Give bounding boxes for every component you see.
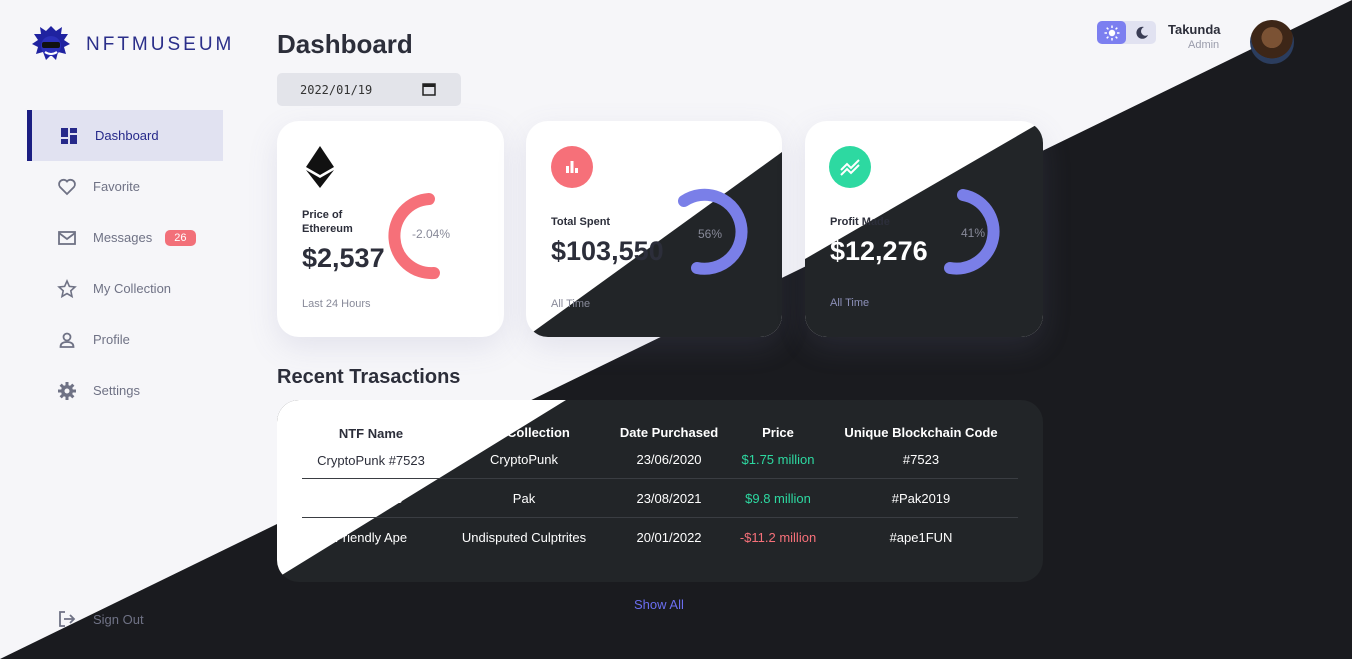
cell-price: -$11.2 million — [739, 530, 817, 545]
cell-collection: CryptoPunk — [490, 452, 558, 467]
cell-collection: Undisputed Culptrites — [461, 530, 587, 545]
card-ethereum-footer: Last 24 Hours — [302, 298, 371, 310]
cell-name: The Merge — [339, 491, 403, 506]
sidebar-item-label: Messages — [93, 230, 153, 245]
avatar[interactable] — [1250, 20, 1294, 64]
moon-icon[interactable] — [1130, 21, 1154, 44]
card-spent-value: $103,550 — [551, 236, 664, 266]
card-spent-title: Total Spent — [551, 216, 611, 228]
date-value: 2022/01/19 — [300, 82, 373, 97]
card-ethereum-title: Price of Ethereum — [302, 209, 353, 235]
bar-chart-icon — [551, 146, 593, 188]
column-header[interactable]: NTF Collection — [478, 425, 570, 440]
sidebar-item-label: Dashboard — [95, 128, 159, 143]
sidebar-item-label: My Collection — [93, 281, 172, 296]
brand-name: NFTMUSEUM — [86, 34, 235, 55]
sign-out-button[interactable]: Sign Out — [57, 609, 144, 629]
messages-count-badge: 26 — [165, 229, 196, 246]
dashboard-icon — [59, 126, 79, 146]
sidebar-item-profile[interactable]: Profile — [27, 314, 223, 365]
date-picker-input[interactable]: 2022/01/19 — [277, 73, 461, 106]
card-profit-footer: All Time — [830, 297, 870, 309]
page-title: Dashboard — [277, 29, 413, 59]
cell-collection: Pak — [512, 491, 536, 506]
card-spent-footer: All Time — [551, 298, 591, 310]
card-ethereum-percent: -2.04% — [412, 227, 451, 241]
trend-up-icon — [829, 146, 871, 188]
card-profit-value: $12,276 — [830, 236, 928, 266]
user-name: Takunda — [1168, 22, 1221, 37]
column-header[interactable]: Date Purchased — [620, 425, 718, 440]
sidebar-item-my-collection[interactable]: My Collection — [27, 263, 223, 314]
sun-icon[interactable] — [1097, 21, 1126, 44]
mail-icon — [57, 228, 77, 248]
cell-code: #7523 — [902, 452, 940, 467]
sidebar-item-favorite[interactable]: Favorite — [27, 161, 223, 212]
gear-icon — [57, 381, 77, 401]
monkey-logo-icon — [32, 26, 70, 60]
sidebar-item-label: Profile — [93, 332, 130, 347]
cell-name: CryptoPunk #7523 — [317, 453, 425, 468]
cell-date: 23/06/2020 — [636, 452, 702, 467]
sidebar-item-label: Settings — [93, 383, 140, 398]
brand-logo[interactable]: NFTMUSEUM — [28, 22, 234, 68]
row-divider — [302, 478, 1018, 479]
sign-out-icon — [59, 611, 76, 627]
column-header[interactable]: NTF Name — [339, 426, 403, 441]
column-header[interactable]: Price — [762, 425, 794, 440]
row-divider — [302, 517, 1018, 518]
cell-price: $1.75 million — [741, 452, 815, 467]
heart-icon — [57, 177, 77, 197]
card-profit-percent: 41% — [961, 226, 986, 240]
user-role: Admin — [1188, 39, 1220, 51]
sidebar-item-settings[interactable]: Settings — [27, 365, 223, 416]
sidebar-nav: Dashboard Favorite Messages 26 My Collec… — [27, 110, 223, 416]
cell-name: Friendly Ape — [334, 530, 408, 545]
user-icon — [57, 330, 77, 350]
sidebar-item-messages[interactable]: Messages 26 — [27, 212, 223, 263]
card-ethereum-value: $2,537 — [302, 243, 385, 273]
cell-date: 23/08/2021 — [636, 491, 702, 506]
sign-out-label: Sign Out — [93, 611, 144, 627]
card-spent-percent: 56% — [698, 227, 723, 241]
cell-code: #ape1FUN — [889, 530, 953, 545]
card-profit-title: Profit Made — [830, 216, 890, 228]
sidebar-item-label: Favorite — [93, 179, 140, 194]
ethereum-icon — [306, 146, 334, 188]
star-icon — [57, 278, 77, 299]
cell-code: #Pak2019 — [891, 491, 951, 506]
column-header[interactable]: Unique Blockchain Code — [844, 425, 997, 440]
show-all-link[interactable]: Show All — [634, 597, 684, 612]
sidebar-item-dashboard[interactable]: Dashboard — [27, 110, 223, 161]
cell-price: $9.8 million — [745, 491, 811, 506]
transactions-title: Recent Trasactions — [277, 366, 461, 388]
calendar-icon[interactable] — [422, 82, 436, 96]
cell-date: 20/01/2022 — [636, 530, 702, 545]
theme-toggle[interactable] — [1097, 21, 1156, 44]
